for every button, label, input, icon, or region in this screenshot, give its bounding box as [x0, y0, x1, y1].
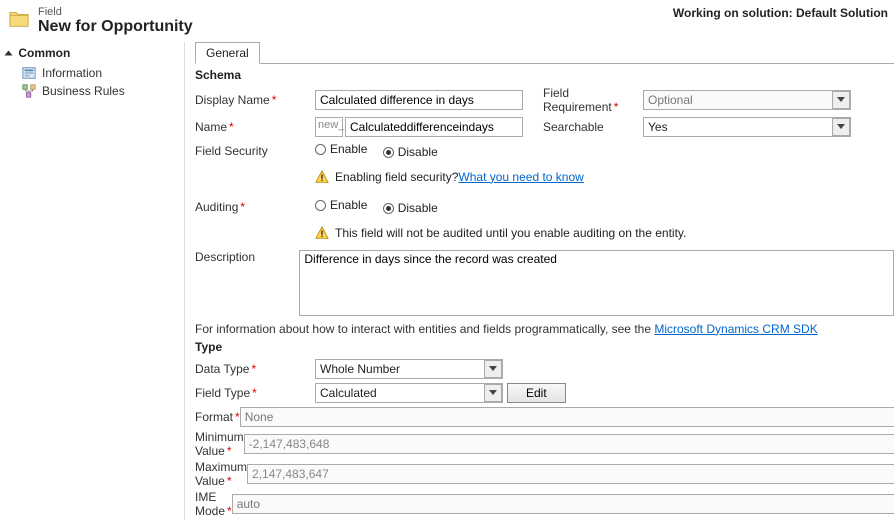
radio-label: Enable [330, 142, 367, 156]
select-value: auto [237, 497, 260, 511]
sidebar-section-label: Common [18, 46, 70, 60]
sdk-info-text: For information about how to interact wi… [195, 322, 654, 336]
field-requirement-select[interactable]: Optional [643, 90, 851, 110]
auditing-disable-radio[interactable]: Disable [383, 201, 438, 215]
select-value: Calculated [320, 386, 377, 400]
form-icon [22, 66, 36, 80]
section-type: Type [195, 340, 894, 354]
searchable-select[interactable]: Yes [643, 117, 851, 137]
section-schema: Schema [195, 68, 894, 82]
searchable-label: Searchable [523, 120, 643, 134]
select-value: Whole Number [320, 362, 400, 376]
data-type-select[interactable]: Whole Number [315, 359, 503, 379]
chevron-down-icon[interactable] [832, 118, 850, 136]
min-value-label: Minimum Value* [195, 430, 244, 458]
ime-mode-label: IME Mode* [195, 490, 232, 518]
chevron-down-icon[interactable] [484, 360, 502, 378]
name-label: Name* [195, 120, 315, 134]
field-security-label: Field Security [195, 144, 315, 158]
sdk-link[interactable]: Microsoft Dynamics CRM SDK [654, 322, 817, 336]
select-value: Yes [648, 120, 668, 134]
auditing-label: Auditing* [195, 200, 315, 214]
chevron-down-icon[interactable] [484, 384, 502, 402]
page-title: New for Opportunity [38, 18, 673, 36]
field-requirement-label: Field Requirement* [523, 86, 643, 114]
radio-label: Disable [398, 145, 438, 159]
radio-label: Disable [398, 201, 438, 215]
format-select[interactable]: None [240, 407, 894, 427]
sidebar: Common Information Business Rules [0, 42, 185, 520]
field-security-disable-radio[interactable]: Disable [383, 145, 438, 159]
warning-icon [315, 170, 329, 184]
max-value-input[interactable] [247, 464, 894, 484]
field-security-hint-text: Enabling field security? [335, 170, 458, 184]
sidebar-item-business-rules[interactable]: Business Rules [0, 82, 184, 100]
sidebar-section-common[interactable]: Common [0, 46, 184, 64]
solution-label: Working on solution: Default Solution [673, 6, 888, 20]
tab-general[interactable]: General [195, 42, 260, 64]
max-value-label: Maximum Value* [195, 460, 247, 488]
warning-icon [315, 226, 329, 240]
auditing-hint-text: This field will not be audited until you… [335, 226, 686, 240]
display-name-input[interactable] [315, 90, 523, 110]
select-value: None [245, 410, 274, 424]
field-type-label: Field Type* [195, 386, 315, 400]
data-type-label: Data Type* [195, 362, 315, 376]
description-textarea[interactable]: Difference in days since the record was … [299, 250, 894, 316]
sidebar-item-label: Information [42, 66, 102, 80]
radio-label: Enable [330, 198, 367, 212]
main-pane: General Schema Display Name* Field Requi… [185, 42, 894, 520]
ime-mode-select[interactable]: auto [232, 494, 894, 514]
sidebar-item-information[interactable]: Information [0, 64, 184, 82]
display-name-label: Display Name* [195, 93, 315, 107]
edit-button[interactable]: Edit [507, 383, 566, 403]
min-value-input[interactable] [244, 434, 894, 454]
sidebar-item-label: Business Rules [42, 84, 125, 98]
name-input[interactable] [345, 117, 523, 137]
name-prefix: new_ [315, 117, 343, 137]
rules-icon [22, 84, 36, 98]
entity-type-label: Field [38, 6, 673, 18]
field-security-enable-radio[interactable]: Enable [315, 142, 367, 156]
field-security-hint-link[interactable]: What you need to know [458, 170, 583, 184]
auditing-enable-radio[interactable]: Enable [315, 198, 367, 212]
field-type-select[interactable]: Calculated [315, 383, 503, 403]
folder-icon [8, 8, 30, 30]
collapse-icon [5, 51, 13, 56]
select-value: Optional [648, 93, 693, 107]
tab-strip: General [195, 42, 894, 64]
format-label: Format* [195, 410, 240, 424]
description-label: Description [195, 250, 299, 264]
chevron-down-icon[interactable] [832, 91, 850, 109]
page-header: Field New for Opportunity Working on sol… [0, 0, 894, 42]
